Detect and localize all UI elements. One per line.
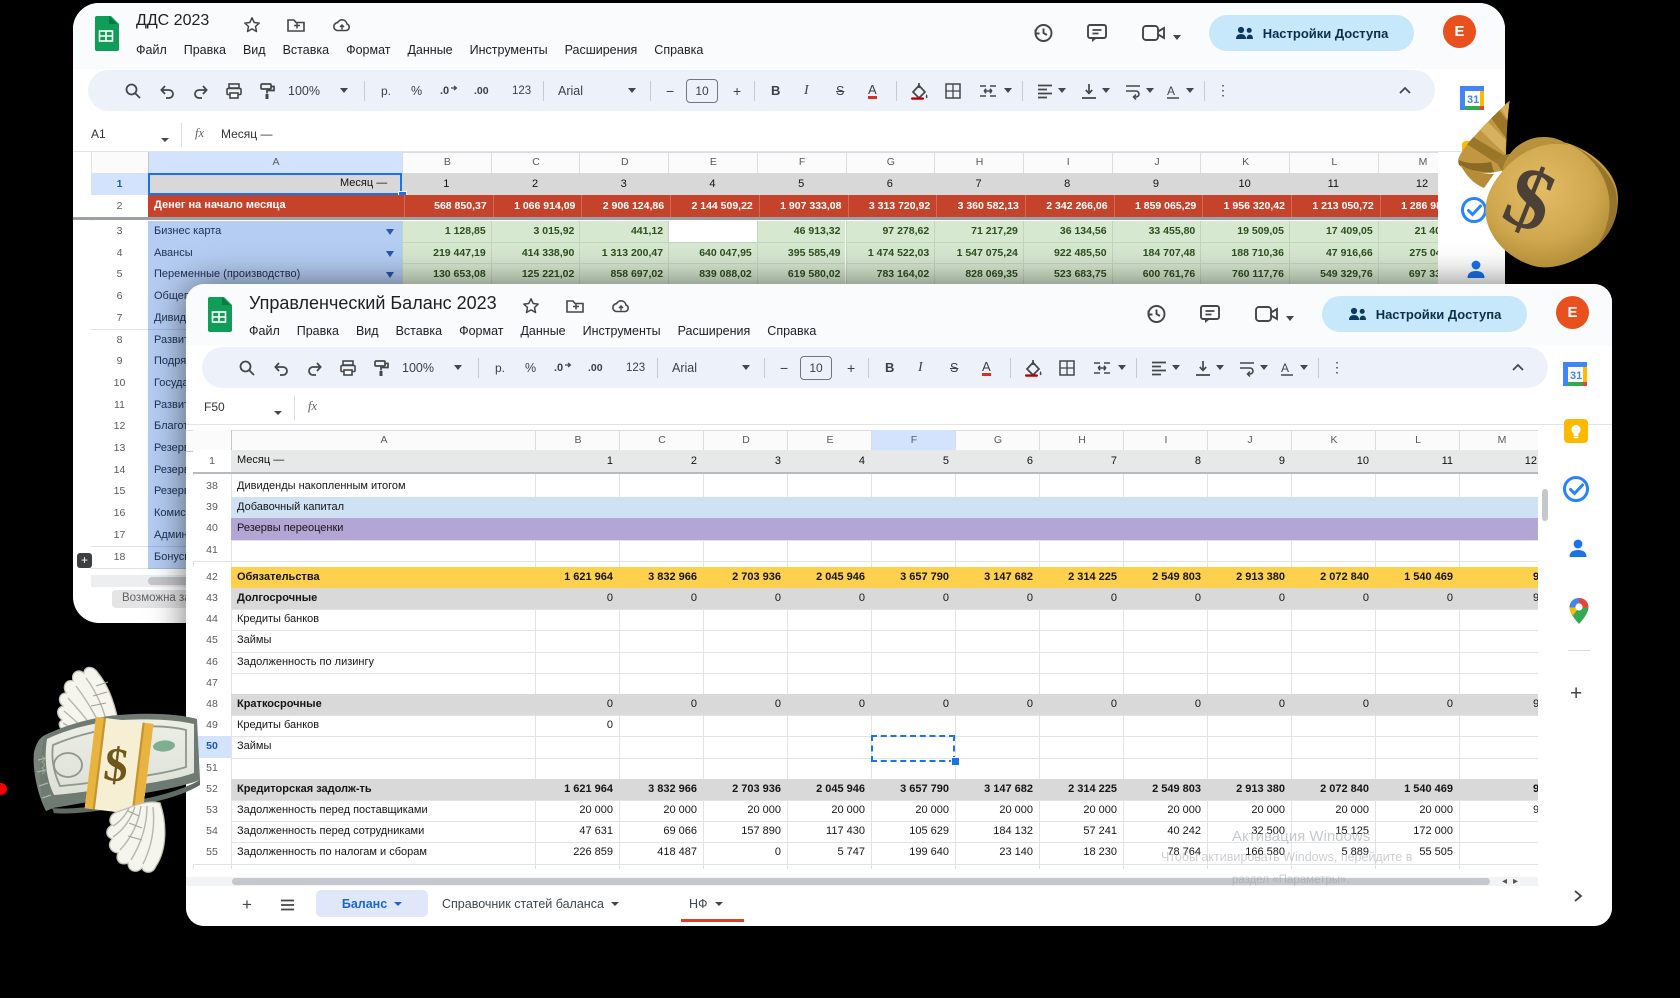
svg-text:31: 31 <box>1570 370 1582 382</box>
